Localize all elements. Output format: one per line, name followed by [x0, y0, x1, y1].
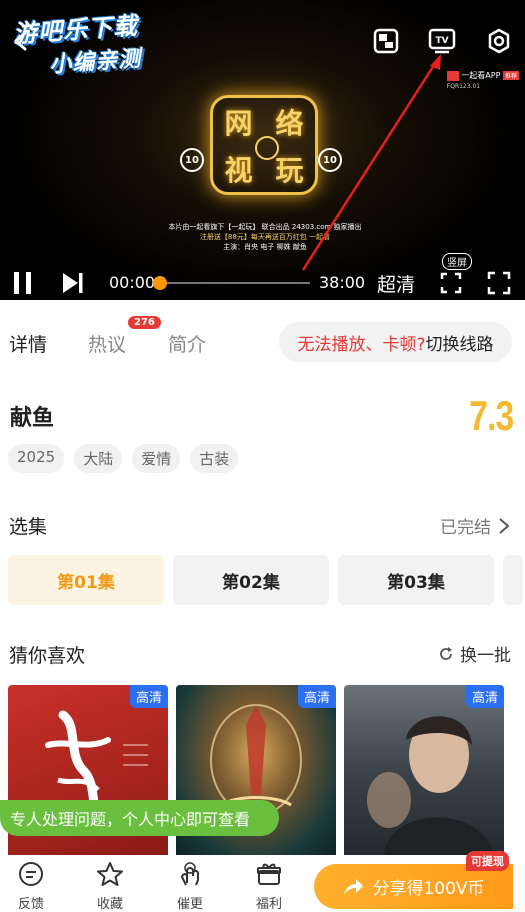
video-player[interactable]: 网 络 视 玩 10 10 本片由一起看旗下【一起玩】 联合出品 24303.c… [0, 0, 525, 300]
nav-welfare[interactable]: 福利 [244, 861, 294, 912]
episodes-status[interactable]: 已完结 [440, 513, 511, 538]
quality-selector[interactable]: 超清 [377, 270, 415, 297]
vertical-label: 竖屏 [442, 253, 472, 270]
recommend-title: 猜你喜欢 [9, 645, 86, 667]
star-icon [97, 862, 123, 886]
show-tags: 2025 大陆 爱情 古装 [8, 444, 239, 473]
help-toast: 专人处理问题，个人中心即可查看 [0, 800, 279, 836]
switch-line-action: 切换线路 [425, 334, 494, 355]
tag-genre[interactable]: 古装 [190, 444, 239, 473]
tag-genre[interactable]: 爱情 [132, 444, 181, 473]
nav-urge-update[interactable]: 催更 [165, 861, 215, 912]
withdraw-badge: 可提现 [466, 851, 509, 871]
progress-track[interactable] [160, 282, 310, 284]
hd-badge: 高清 [129, 685, 168, 708]
pause-button[interactable] [14, 272, 32, 294]
progress-thumb[interactable] [153, 276, 167, 290]
episode-item[interactable] [503, 555, 523, 605]
gift-icon [257, 863, 281, 885]
tab-synopsis[interactable]: 简介 [168, 330, 206, 357]
detail-tabs: 详情 热议 276 简介 无法播放、卡顿? 切换线路 [0, 310, 525, 370]
episode-item[interactable]: 第02集 [173, 555, 329, 605]
show-title: 献鱼 [10, 406, 55, 431]
nav-feedback[interactable]: 反馈 [6, 861, 56, 912]
episode-list: 第01集 第02集 第03集 [8, 555, 523, 605]
poster-art-portrait [367, 716, 494, 855]
refresh-icon [440, 646, 452, 660]
hd-badge: 高清 [465, 685, 504, 708]
refresh-button[interactable]: 换一批 [438, 641, 511, 666]
episode-item[interactable]: 第01集 [8, 555, 164, 605]
next-episode-icon[interactable] [60, 271, 84, 295]
show-score: 7.3 [468, 392, 514, 439]
poster-card[interactable]: 高清 [344, 685, 504, 855]
hand-tap-icon [180, 862, 200, 886]
episode-item[interactable]: 第03集 [338, 555, 494, 605]
episodes-title: 选集 [9, 516, 48, 538]
nav-favorite[interactable]: 收藏 [85, 861, 135, 912]
tag-region[interactable]: 大陆 [74, 444, 123, 473]
tag-year[interactable]: 2025 [8, 444, 65, 473]
switch-line-button[interactable]: 无法播放、卡顿? 切换线路 [279, 322, 512, 362]
total-time: 38:00 [319, 273, 366, 292]
vertical-screen-icon[interactable] [439, 271, 463, 295]
tab-discussion[interactable]: 热议 [88, 330, 126, 357]
discussion-count-badge: 276 [128, 316, 161, 329]
hd-badge: 高清 [297, 685, 336, 708]
current-time: 00:00 [109, 273, 156, 292]
tab-details[interactable]: 详情 [9, 330, 47, 357]
chevron-right-icon [499, 517, 510, 534]
switch-line-problem: 无法播放、卡顿? [297, 334, 426, 355]
fullscreen-icon[interactable] [487, 271, 511, 295]
feedback-icon [19, 862, 43, 886]
share-arrow-icon [344, 878, 364, 895]
